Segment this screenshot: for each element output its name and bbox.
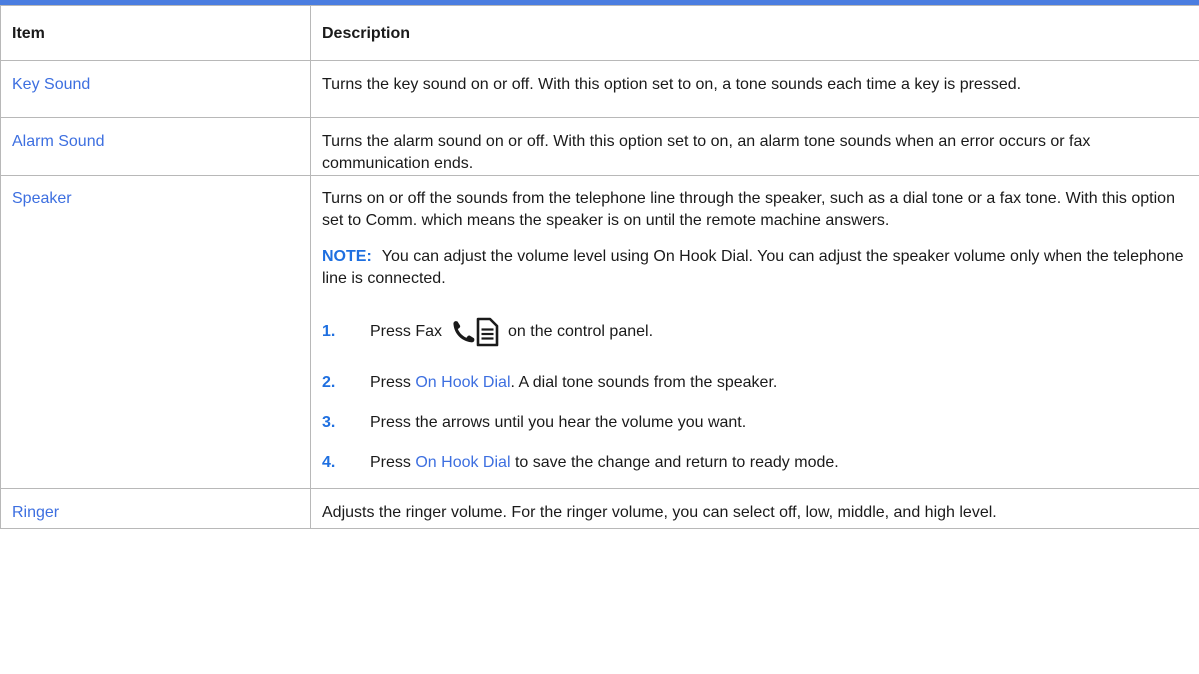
item-key-sound[interactable]: Key Sound: [0, 60, 311, 118]
item-speaker[interactable]: Speaker: [0, 175, 311, 489]
on-hook-dial-link[interactable]: On Hook Dial: [415, 454, 510, 471]
fax-icon: [450, 316, 500, 348]
step-text-after: to save the change and return to ready m…: [510, 454, 839, 471]
description-alarm-sound: Turns the alarm sound on or off. With th…: [310, 117, 1199, 176]
step-item-1: 1. Press Fax on the control panel.: [322, 316, 1193, 348]
steps-list: 1. Press Fax on the control panel. 2. Pr…: [322, 316, 1193, 474]
table-row-ringer: Ringer Adjusts the ringer volume. For th…: [0, 488, 1199, 529]
table-row-speaker: Speaker Turns on or off the sounds from …: [0, 175, 1199, 489]
note-text: You can adjust the volume level using On…: [322, 248, 1184, 287]
column-header-description: Description: [310, 5, 1199, 61]
step-text: Press On Hook Dial. A dial tone sounds f…: [370, 372, 777, 394]
table-row-key-sound: Key Sound Turns the key sound on or off.…: [0, 60, 1199, 118]
step-item-3: 3. Press the arrows until you hear the v…: [322, 412, 1193, 434]
note-paragraph: NOTE: You can adjust the volume level usi…: [322, 246, 1193, 290]
step-text-after: on the control panel.: [508, 323, 654, 340]
settings-table: Item Description Key Sound Turns the key…: [0, 5, 1199, 529]
step-text: Press the arrows until you hear the volu…: [370, 414, 747, 431]
step-item-4: 4. Press On Hook Dial to save the change…: [322, 452, 1193, 474]
item-ringer[interactable]: Ringer: [0, 488, 311, 529]
step-text: Press On Hook Dial to save the change an…: [370, 452, 839, 474]
step-number: 3.: [322, 414, 336, 431]
step-text: Press Fax: [370, 323, 443, 340]
speaker-description-text: Turns on or off the sounds from the tele…: [322, 190, 1175, 229]
table-header-row: Item Description: [0, 5, 1199, 61]
item-alarm-sound[interactable]: Alarm Sound: [0, 117, 311, 176]
step-text-before: Press: [370, 454, 416, 471]
step-number: 2.: [322, 374, 336, 391]
on-hook-dial-link[interactable]: On Hook Dial: [415, 374, 510, 391]
step-text-after: . A dial tone sounds from the speaker.: [510, 374, 778, 391]
description-ringer: Adjusts the ringer volume. For the ringe…: [310, 488, 1199, 529]
table-row-alarm-sound: Alarm Sound Turns the alarm sound on or …: [0, 117, 1199, 176]
step-number: 4.: [322, 454, 336, 471]
step-text-before: Press: [370, 374, 416, 391]
step-number: 1.: [322, 323, 336, 340]
note-label: NOTE:: [322, 248, 372, 265]
description-speaker: Turns on or off the sounds from the tele…: [310, 175, 1199, 489]
step-item-2: 2. Press On Hook Dial. A dial tone sound…: [322, 372, 1193, 394]
document-page: Item Description Key Sound Turns the key…: [0, 0, 1199, 674]
description-key-sound: Turns the key sound on or off. With this…: [310, 60, 1199, 118]
column-header-item: Item: [0, 5, 311, 61]
